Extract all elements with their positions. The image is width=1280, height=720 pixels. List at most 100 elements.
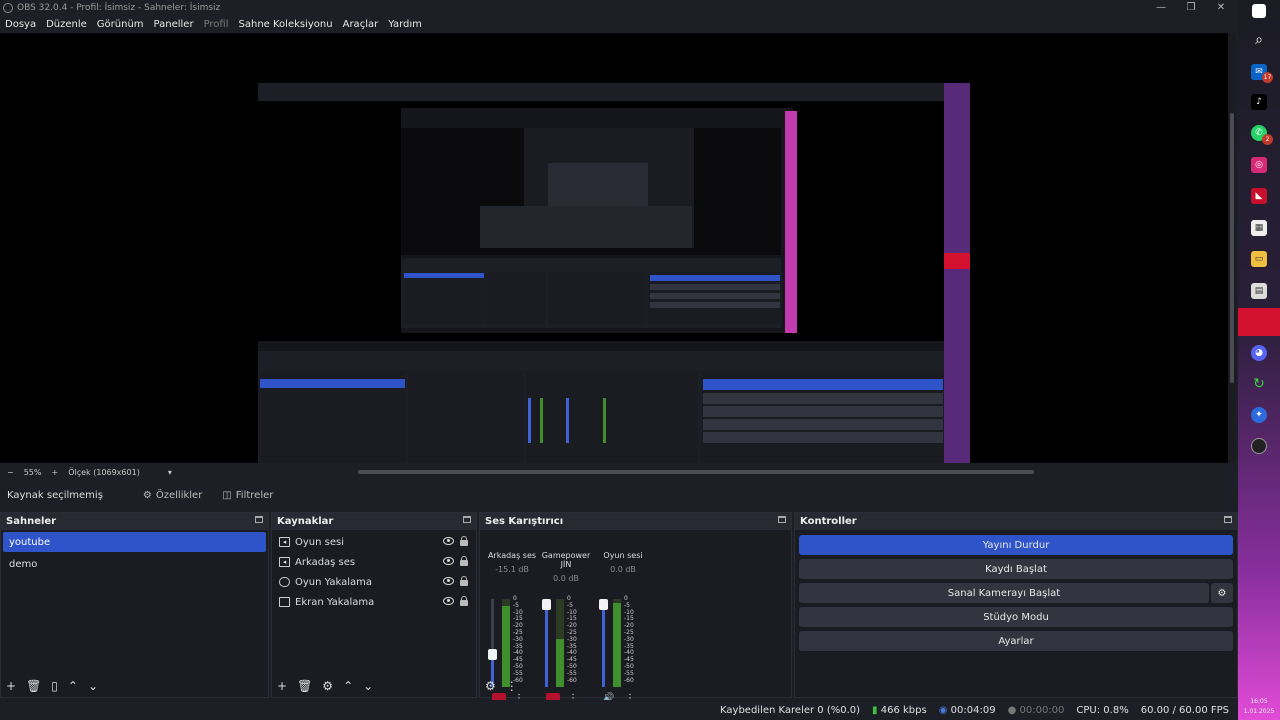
visibility-eye-icon[interactable] — [443, 597, 454, 605]
menu-help[interactable]: Yardım — [383, 19, 427, 30]
source-item-oyun-yakalama[interactable]: Oyun Yakalama — [272, 572, 476, 592]
menu-bar: Dosya Düzenle Görünüm Paneller Profil Sa… — [0, 15, 1238, 33]
studio-mode-button[interactable]: Stüdyo Modu — [799, 607, 1233, 627]
status-bar: Kaybedilen Kareler 0 (%0.0) ▮ 466 kbps ◉… — [0, 700, 1238, 720]
move-source-up-button[interactable]: ⌃ — [343, 679, 353, 693]
preview-vertical-scrollbar[interactable] — [1228, 33, 1236, 463]
bitrate: ▮ 466 kbps — [872, 705, 927, 716]
menu-profile[interactable]: Profil — [199, 19, 234, 30]
controls-dock-header: Kontroller — [795, 513, 1237, 530]
undock-icon[interactable] — [778, 516, 786, 523]
stream-time: ◉ 00:04:09 — [939, 705, 996, 716]
undock-icon[interactable] — [255, 516, 263, 523]
zoom-in-button[interactable]: + — [51, 468, 58, 477]
visibility-eye-icon[interactable] — [443, 537, 454, 545]
source-item-ekran-yakalama[interactable]: Ekran Yakalama — [272, 592, 476, 612]
store-icon[interactable]: ▦ — [1251, 220, 1267, 236]
tiktok-icon[interactable]: ♪ — [1251, 94, 1267, 110]
visibility-eye-icon[interactable] — [443, 557, 454, 565]
folder-icon[interactable]: ▭ — [1251, 251, 1267, 267]
menu-view[interactable]: Görünüm — [92, 19, 149, 30]
refresh-app-icon[interactable]: ↻ — [1251, 376, 1267, 392]
volume-slider-handle[interactable] — [488, 648, 497, 660]
menu-file[interactable]: Dosya — [0, 19, 41, 30]
volume-slider[interactable] — [542, 599, 551, 687]
add-source-button[interactable]: + — [277, 679, 287, 693]
mail-badge: 17 — [1262, 72, 1273, 83]
meter-ticks: 0 -5 -10 -15 -20 -25 -30 -35 -40 -45 -50 -55 -60 — [624, 595, 634, 684]
move-source-down-button[interactable]: ⌄ — [363, 679, 373, 693]
minimize-button[interactable]: — — [1146, 0, 1176, 15]
scale-dropdown[interactable]: ▾ — [168, 468, 172, 477]
lock-icon[interactable] — [460, 536, 468, 546]
obs-taskbar-icon[interactable] — [1251, 438, 1267, 454]
properties-button[interactable]: ⚙ Özellikler — [143, 490, 202, 501]
source-item-oyun-sesi[interactable]: ◂ Oyun sesi — [272, 532, 476, 552]
amd-icon[interactable]: ◣ — [1251, 188, 1267, 204]
zoom-out-button[interactable]: − — [7, 468, 14, 477]
active-app-highlight[interactable] — [1238, 308, 1280, 336]
scene-item-demo[interactable]: demo — [3, 554, 266, 574]
source-item-arkadas-ses[interactable]: ◂ Arkadaş ses — [272, 552, 476, 572]
remove-scene-button[interactable]: 🗑 — [26, 679, 41, 693]
network-app-icon[interactable]: ✦ — [1251, 407, 1267, 423]
volume-slider[interactable] — [599, 599, 608, 687]
discord-icon[interactable]: ◕ — [1251, 345, 1267, 361]
sources-dock: Kaynaklar ◂ Oyun sesi ◂ Arkadaş ses Oyun… — [271, 512, 477, 698]
stop-streaming-button[interactable]: Yayını Durdur — [799, 535, 1233, 555]
clock-time: 16:05 — [1250, 698, 1268, 705]
scene-item-youtube[interactable]: youtube — [3, 532, 266, 552]
channel-db: -15.1 dB — [495, 565, 529, 574]
menu-tools[interactable]: Araçlar — [338, 19, 384, 30]
windows-start-icon[interactable] — [1252, 4, 1266, 18]
virtual-camera-settings-button[interactable]: ⚙ — [1211, 583, 1233, 603]
move-scene-up-button[interactable]: ⌃ — [68, 679, 78, 693]
source-toolbar: Kaynak seçilmemiş ⚙ Özellikler ◫ Filtrel… — [0, 483, 1238, 508]
preview-horizontal-scrollbar[interactable] — [358, 470, 1034, 474]
start-recording-button[interactable]: Kaydı Başlat — [799, 559, 1233, 579]
undock-icon[interactable] — [463, 516, 471, 523]
files-icon[interactable]: ▤ — [1251, 283, 1267, 299]
meter-ticks: 0 -5 -10 -15 -20 -25 -30 -35 -40 -45 -50 -55 -60 — [513, 595, 523, 684]
restore-button[interactable]: ❐ — [1176, 0, 1206, 15]
visibility-eye-icon[interactable] — [443, 577, 454, 585]
lock-icon[interactable] — [460, 596, 468, 606]
lock-icon[interactable] — [460, 556, 468, 566]
filters-button[interactable]: ◫ Filtreler — [222, 490, 273, 501]
stream-time-value: 00:04:09 — [950, 704, 996, 716]
obs-logo-icon — [3, 2, 13, 13]
undock-icon[interactable] — [1224, 516, 1232, 523]
audio-mixer-body: Arkadaş ses -15.1 dB 0 -5 -10 -15 -20 -25 -30 -35… — [480, 530, 791, 705]
monitor-icon — [279, 597, 290, 607]
move-scene-down-button[interactable]: ⌄ — [88, 679, 98, 693]
settings-button[interactable]: Ayarlar — [799, 631, 1233, 651]
instagram-icon[interactable]: ◎ — [1251, 157, 1267, 173]
menu-scene-collection[interactable]: Sahne Koleksiyonu — [234, 19, 338, 30]
stream-icon: ◉ — [938, 704, 948, 716]
close-button[interactable]: ✕ — [1206, 0, 1236, 15]
menu-edit[interactable]: Düzenle — [41, 19, 92, 30]
start-virtual-camera-button[interactable]: Sanal Kamerayı Başlat — [799, 583, 1209, 603]
scale-label: Ölçek (1069x601) — [68, 468, 140, 477]
mixer-menu-button[interactable]: ⋮ — [506, 679, 518, 693]
lock-icon[interactable] — [460, 576, 468, 586]
remove-source-button[interactable]: 🗑 — [297, 679, 312, 693]
volume-meter — [556, 599, 564, 687]
title-bar: OBS 32.0.4 - Profil: İsimsiz - Sahneler:… — [0, 0, 1238, 15]
search-icon[interactable]: ⌕ — [1251, 32, 1267, 48]
sources-list: ◂ Oyun sesi ◂ Arkadaş ses Oyun Yakalama … — [272, 530, 476, 697]
volume-slider-handle[interactable] — [599, 599, 608, 610]
add-scene-button[interactable]: + — [6, 679, 16, 693]
menu-docks[interactable]: Paneller — [149, 19, 199, 30]
audio-mixer-title: Ses Karıştırıcı — [485, 516, 564, 527]
volume-slider[interactable] — [488, 599, 497, 687]
properties-label: Özellikler — [155, 490, 203, 501]
advanced-audio-properties-icon[interactable]: ⚙ — [485, 679, 496, 693]
preview-canvas[interactable] — [0, 33, 1228, 463]
mixer-channel: Oyun sesi 0.0 dB 0 -5 -10 -15 -20 -25 -30 -35 -40-… — [595, 547, 651, 704]
scene-filters-button[interactable]: ▯ — [51, 679, 58, 693]
source-properties-button[interactable]: ⚙ — [322, 679, 333, 693]
volume-slider-handle[interactable] — [542, 599, 551, 610]
cpu-usage: CPU: 0.8% — [1076, 704, 1129, 716]
signal-bars-icon: ▮ — [872, 704, 878, 716]
